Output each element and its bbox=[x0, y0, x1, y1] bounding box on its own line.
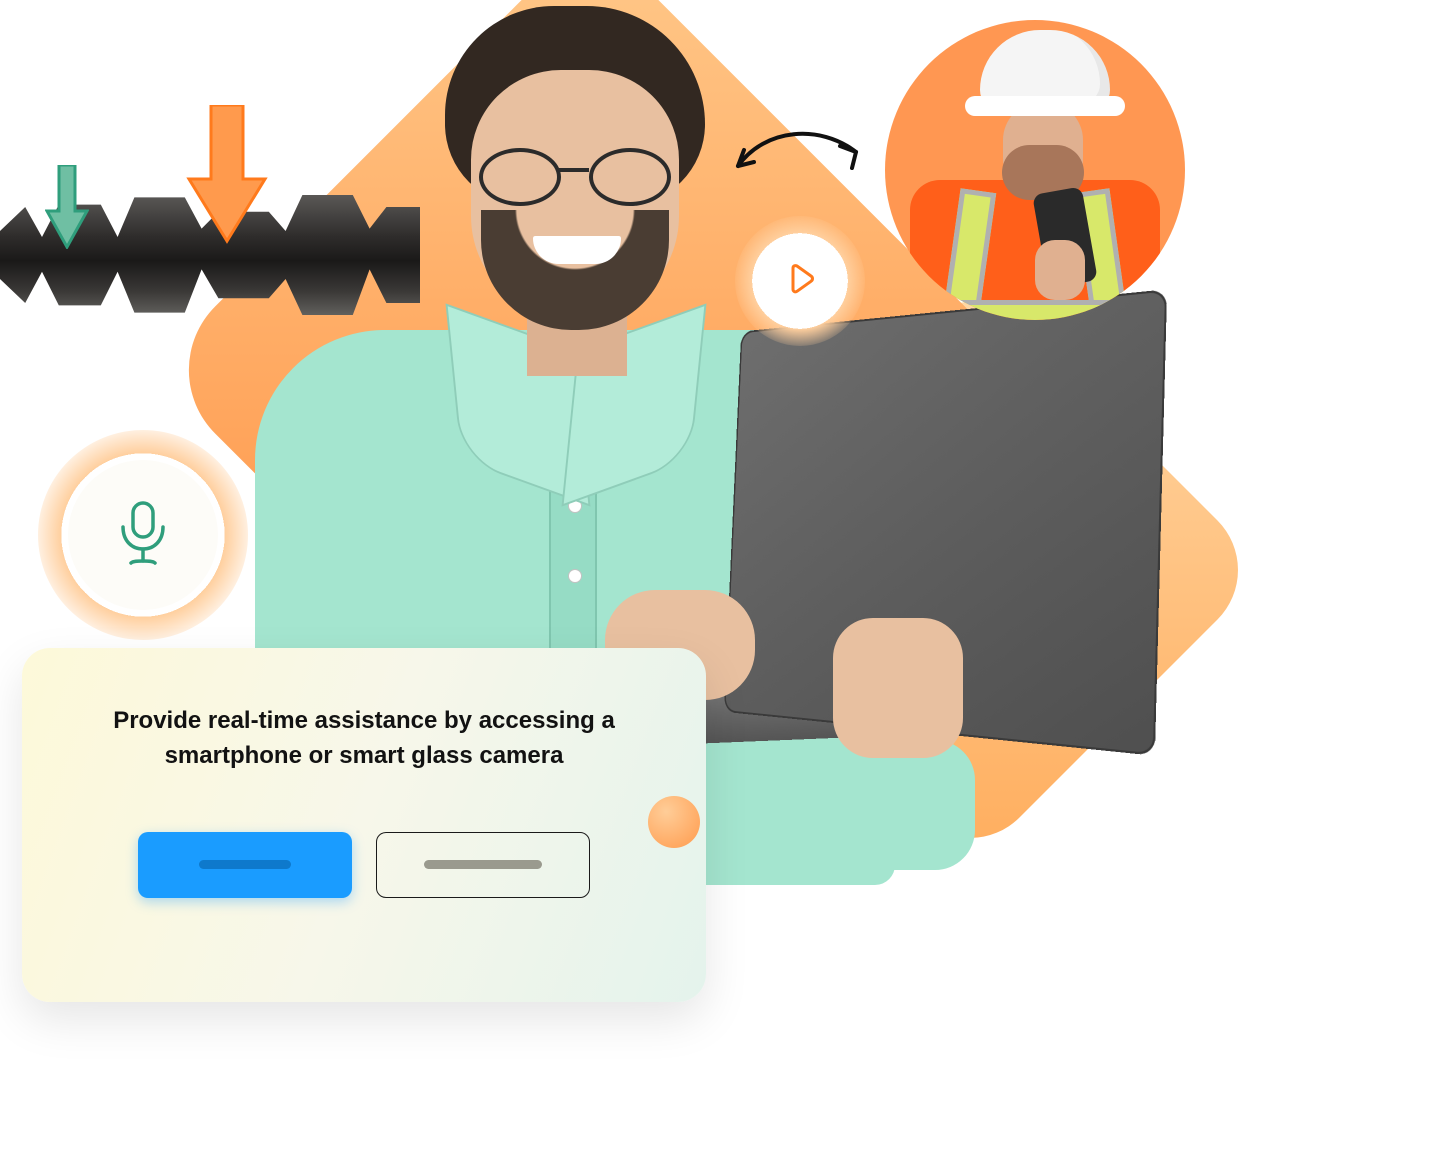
primary-cta-button[interactable] bbox=[138, 832, 352, 898]
info-card: Provide real-time assistance by accessin… bbox=[22, 648, 706, 1002]
play-badge bbox=[735, 216, 865, 346]
microphone-icon bbox=[111, 497, 175, 574]
field-worker-image bbox=[885, 20, 1185, 320]
card-button-row bbox=[138, 832, 590, 898]
button-label-placeholder bbox=[424, 860, 542, 869]
accent-dot bbox=[648, 796, 700, 848]
card-headline: Provide real-time assistance by accessin… bbox=[94, 704, 634, 774]
microphone-badge bbox=[38, 430, 248, 640]
play-icon bbox=[782, 261, 818, 302]
bidirectional-arrow-icon bbox=[720, 110, 870, 190]
button-label-placeholder bbox=[199, 860, 291, 869]
arrow-down-green-icon bbox=[45, 165, 89, 254]
secondary-cta-button[interactable] bbox=[376, 832, 590, 898]
